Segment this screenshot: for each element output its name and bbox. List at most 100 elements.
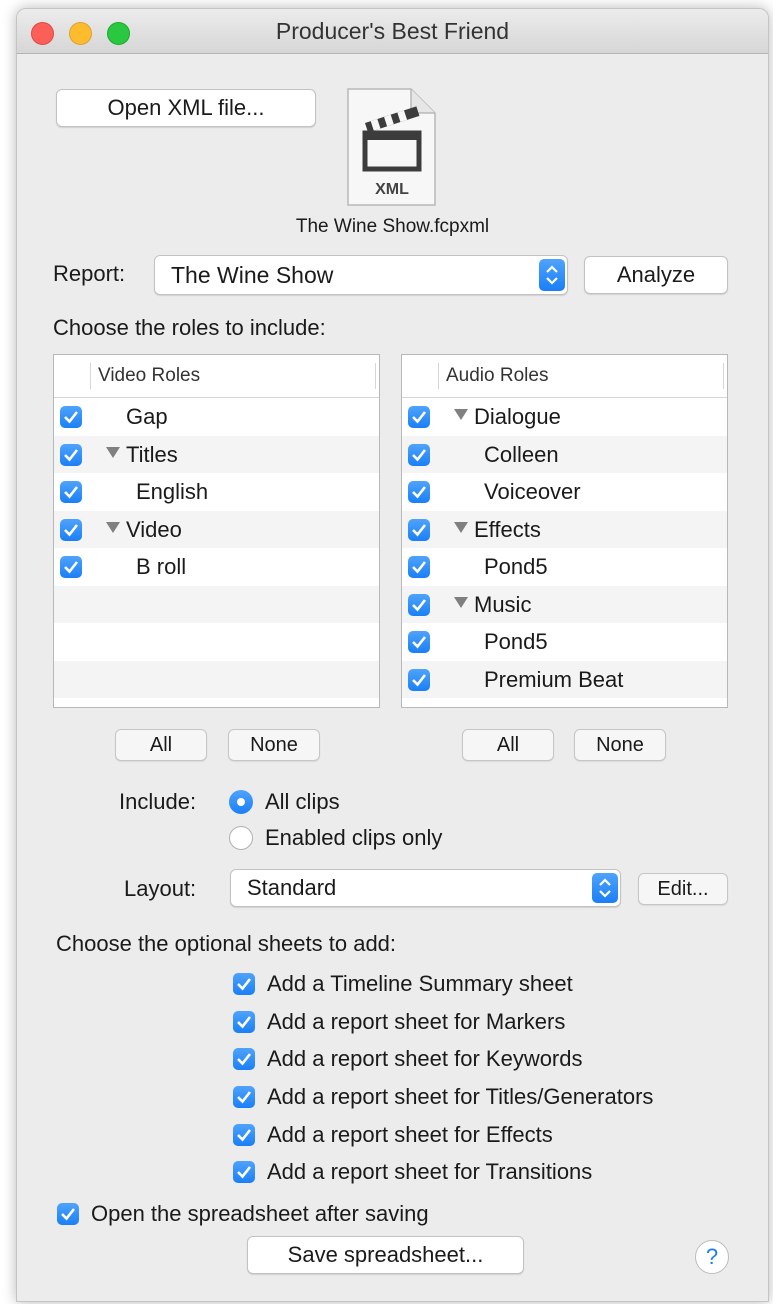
all-clips-radio[interactable] bbox=[229, 790, 253, 814]
report-popup[interactable]: The Wine Show bbox=[154, 255, 568, 295]
audio-role-label: Music bbox=[474, 591, 532, 617]
audio-role-row-dialogue[interactable]: Dialogue bbox=[402, 398, 727, 436]
video-none-button[interactable]: None bbox=[228, 729, 320, 761]
timeline-summary-label[interactable]: Add a Timeline Summary sheet bbox=[267, 971, 573, 997]
check-icon[interactable] bbox=[408, 443, 430, 466]
check-icon[interactable] bbox=[60, 406, 82, 428]
include-label: Include: bbox=[119, 789, 197, 814]
layout-popup[interactable]: Standard bbox=[230, 869, 621, 907]
roles-heading: Choose the roles to include: bbox=[53, 315, 326, 340]
video-role-row-gap[interactable]: Gap bbox=[54, 398, 379, 436]
all-clips-label[interactable]: All clips bbox=[265, 789, 340, 815]
file-name: The Wine Show.fcpxml bbox=[295, 216, 490, 237]
table-row-empty bbox=[54, 623, 379, 661]
column-separator bbox=[723, 363, 724, 389]
video-role-row-titles[interactable]: Titles bbox=[54, 435, 379, 473]
column-separator bbox=[375, 363, 376, 389]
check-icon[interactable] bbox=[60, 481, 82, 503]
audio-role-row-premium-beat[interactable]: Premium Beat bbox=[402, 660, 727, 698]
check-icon[interactable] bbox=[233, 1124, 255, 1146]
check-icon[interactable] bbox=[408, 556, 430, 578]
save-spreadsheet-button[interactable]: Save spreadsheet... bbox=[247, 1236, 524, 1274]
audio-role-row-colleen[interactable]: Colleen bbox=[402, 435, 727, 473]
check-icon[interactable] bbox=[233, 1011, 255, 1033]
xml-badge: XML bbox=[375, 181, 409, 198]
report-label: Report: bbox=[53, 261, 126, 286]
sheets-heading: Choose the optional sheets to add: bbox=[56, 931, 397, 956]
app-window: Producer's Best Friend Open XML file... … bbox=[16, 8, 769, 1302]
video-role-label: Video bbox=[126, 516, 182, 542]
audio-role-row-pond5[interactable]: Pond5 bbox=[402, 548, 727, 586]
audio-none-button[interactable]: None bbox=[574, 729, 666, 761]
check-icon[interactable] bbox=[408, 593, 430, 616]
enabled-clips-only-label[interactable]: Enabled clips only bbox=[265, 825, 442, 851]
keywords-sheet-label[interactable]: Add a report sheet for Keywords bbox=[267, 1046, 583, 1072]
disclosure-triangle-icon[interactable] bbox=[454, 409, 468, 420]
column-separator bbox=[90, 363, 91, 389]
check-icon[interactable] bbox=[60, 443, 82, 466]
check-icon[interactable] bbox=[60, 518, 82, 541]
table-row-empty bbox=[54, 585, 379, 623]
enabled-clips-only-radio[interactable] bbox=[229, 826, 253, 850]
video-role-row-b-roll[interactable]: B roll bbox=[54, 548, 379, 586]
audio-role-row-effects[interactable]: Effects bbox=[402, 510, 727, 548]
audio-role-label: Pond5 bbox=[484, 554, 548, 579]
xml-file-icon: XML bbox=[345, 87, 439, 207]
audio-roles-table[interactable]: Audio Roles Dialogue Colleen Voiceover E… bbox=[401, 354, 728, 708]
audio-role-row-pond5-music[interactable]: Pond5 bbox=[402, 623, 727, 661]
audio-all-button[interactable]: All bbox=[462, 729, 554, 761]
layout-selected-value: Standard bbox=[247, 875, 337, 900]
analyze-button[interactable]: Analyze bbox=[584, 256, 728, 294]
check-icon[interactable] bbox=[57, 1203, 79, 1225]
check-icon[interactable] bbox=[233, 1086, 255, 1108]
video-roles-header-label: Video Roles bbox=[98, 365, 201, 386]
video-role-label: Titles bbox=[126, 441, 178, 467]
audio-role-label: Voiceover bbox=[484, 479, 581, 504]
check-icon[interactable] bbox=[408, 631, 430, 653]
disclosure-triangle-icon[interactable] bbox=[106, 521, 120, 533]
open-xml-file-button[interactable]: Open XML file... bbox=[56, 89, 316, 127]
video-role-row-video[interactable]: Video bbox=[54, 510, 379, 548]
column-separator bbox=[438, 363, 439, 389]
check-icon[interactable] bbox=[408, 406, 430, 428]
check-icon[interactable] bbox=[233, 973, 255, 995]
help-button[interactable]: ? bbox=[695, 1240, 729, 1274]
disclosure-triangle-icon[interactable] bbox=[106, 446, 120, 458]
markers-sheet-label[interactable]: Add a report sheet for Markers bbox=[267, 1009, 565, 1035]
audio-role-row-voiceover[interactable]: Voiceover bbox=[402, 473, 727, 511]
video-roles-header[interactable]: Video Roles bbox=[54, 355, 379, 398]
video-all-button[interactable]: All bbox=[115, 729, 207, 761]
audio-role-label: Dialogue bbox=[474, 404, 561, 429]
layout-edit-button[interactable]: Edit... bbox=[638, 873, 728, 905]
check-icon[interactable] bbox=[408, 481, 430, 503]
disclosure-triangle-icon[interactable] bbox=[454, 596, 468, 608]
titles-generators-sheet-label[interactable]: Add a report sheet for Titles/Generators bbox=[267, 1084, 653, 1110]
check-icon[interactable] bbox=[60, 556, 82, 578]
video-role-label: B roll bbox=[136, 554, 187, 579]
transitions-sheet-label[interactable]: Add a report sheet for Transitions bbox=[267, 1159, 592, 1185]
audio-role-row-music[interactable]: Music bbox=[402, 585, 727, 623]
audio-role-label: Effects bbox=[474, 516, 541, 542]
video-role-label: English bbox=[136, 479, 209, 504]
audio-role-label: Pond5 bbox=[484, 629, 548, 654]
video-role-label: Gap bbox=[126, 404, 168, 429]
video-roles-table[interactable]: Video Roles Gap Titles English Video B r… bbox=[53, 354, 380, 708]
audio-roles-header[interactable]: Audio Roles bbox=[402, 355, 727, 398]
table-row-empty bbox=[54, 660, 379, 698]
report-selected-value: The Wine Show bbox=[171, 262, 334, 288]
disclosure-triangle-icon[interactable] bbox=[454, 521, 468, 533]
check-icon[interactable] bbox=[408, 518, 430, 541]
popup-arrows-icon bbox=[592, 873, 618, 903]
title-bar[interactable]: Producer's Best Friend bbox=[17, 9, 768, 54]
check-icon[interactable] bbox=[233, 1048, 255, 1070]
check-icon[interactable] bbox=[233, 1161, 255, 1183]
window-title: Producer's Best Friend bbox=[275, 18, 510, 44]
audio-role-label: Colleen bbox=[484, 441, 559, 467]
check-icon[interactable] bbox=[408, 668, 430, 691]
popup-arrows-icon bbox=[539, 259, 565, 291]
effects-sheet-label[interactable]: Add a report sheet for Effects bbox=[267, 1122, 553, 1148]
video-role-row-english[interactable]: English bbox=[54, 473, 379, 511]
open-after-saving-label[interactable]: Open the spreadsheet after saving bbox=[91, 1201, 429, 1227]
audio-role-label: Premium Beat bbox=[484, 666, 624, 692]
audio-roles-header-label: Audio Roles bbox=[446, 365, 549, 386]
